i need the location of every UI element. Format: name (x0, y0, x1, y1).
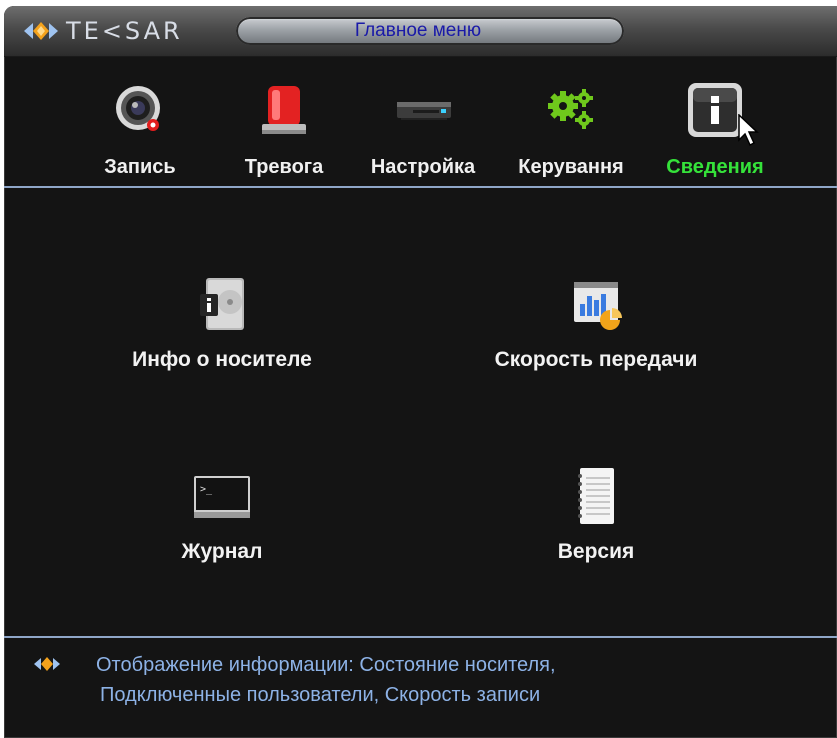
logo-diamond-icon (24, 22, 58, 40)
hdd-info-icon (200, 278, 244, 330)
nav-item-alarm[interactable]: Тревога (226, 58, 342, 188)
nav-label-record: Запись (104, 156, 176, 178)
top-navigation: Запись Тревога Настройка Керування Сведе… (4, 58, 837, 188)
nav-separator (4, 186, 837, 188)
log-terminal-icon: >_ (194, 476, 250, 518)
title-bar: TE<SAR Главное меню (4, 6, 837, 57)
brand-logo: TE<SAR (24, 17, 183, 45)
hint-line-1: Отображение информации: Состояние носите… (96, 654, 556, 676)
settings-device-icon (397, 102, 451, 120)
nav-item-settings[interactable]: Настройка (356, 58, 490, 188)
nav-label-settings: Настройка (370, 156, 476, 178)
tile-label-storage-info: Инфо о носителе (132, 348, 312, 371)
nav-label-alarm: Тревога (244, 156, 324, 178)
nav-label-info: Сведения (666, 156, 764, 178)
nav-label-management: Керування (518, 156, 624, 178)
hint-bar: Отображение информации: Состояние носите… (4, 642, 837, 738)
nav-item-management[interactable]: Керування (502, 58, 640, 188)
info-icon (688, 83, 742, 137)
hint-separator (4, 636, 837, 638)
tile-log[interactable]: >_ Журнал (72, 468, 372, 588)
main-menu-window: TE<SAR Главное меню Запись Тревога Настр… (4, 6, 837, 738)
tile-label-log: Журнал (181, 540, 263, 563)
svg-text:>_: >_ (200, 484, 213, 495)
nav-item-record[interactable]: Запись (80, 58, 200, 188)
nav-item-info[interactable]: Сведения (650, 58, 780, 188)
tile-version[interactable]: Версия (446, 468, 746, 588)
bitrate-chart-icon (574, 282, 622, 330)
hint-diamond-icon (34, 657, 60, 671)
tile-storage-info[interactable]: Инфо о носителе (72, 276, 372, 396)
gears-icon (548, 89, 593, 129)
mouse-pointer-icon (738, 114, 759, 147)
version-notepad-icon (578, 468, 614, 524)
tile-label-bitrate: Скорость передачи (494, 348, 698, 371)
tile-bitrate[interactable]: Скорость передачи (446, 276, 746, 396)
alarm-siren-icon (262, 86, 306, 134)
screen: TE<SAR Главное меню Запись Тревога Настр… (0, 0, 837, 738)
tile-label-version: Версия (557, 540, 635, 563)
window-title: Главное меню (354, 20, 482, 41)
brand-logo-text: TE<SAR (66, 17, 183, 45)
title-pill: Главное меню (236, 17, 624, 45)
record-camera-icon (116, 86, 160, 131)
hint-line-2: Подключенные пользователи, Скорость запи… (100, 684, 541, 706)
hint-text: Отображение информации: Состояние носите… (96, 650, 816, 710)
